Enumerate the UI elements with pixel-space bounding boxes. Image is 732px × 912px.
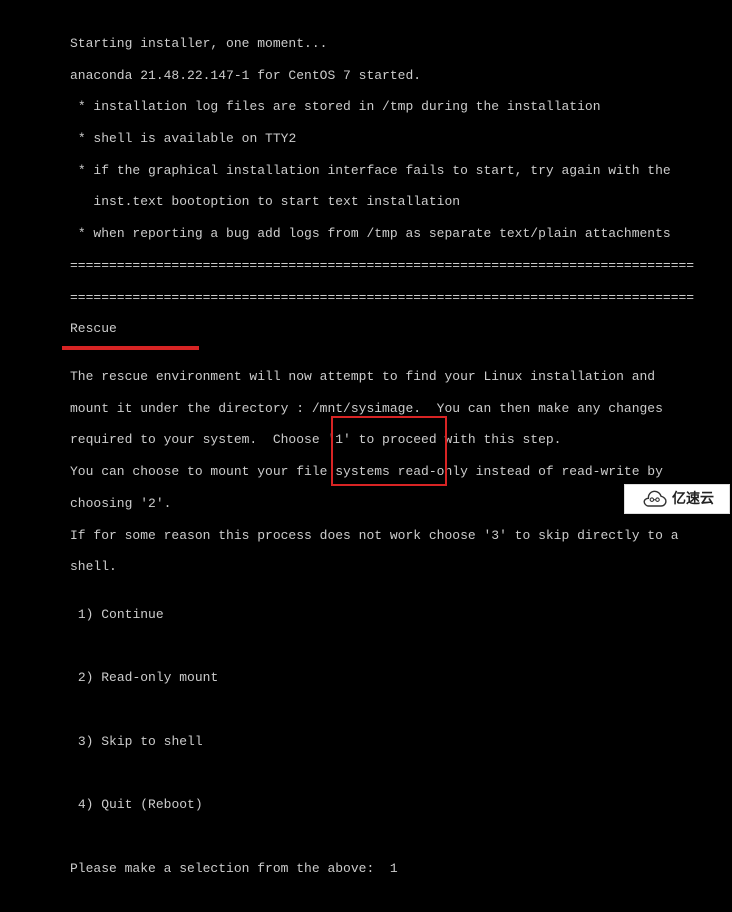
boot-line: * if the graphical installation interfac…	[70, 163, 722, 179]
boot-line: anaconda 21.48.22.147-1 for CentOS 7 sta…	[70, 68, 722, 84]
watermark: 亿速云	[624, 484, 730, 514]
watermark-text: 亿速云	[672, 490, 714, 507]
divider-line: ========================================…	[70, 258, 722, 274]
boot-line: * shell is available on TTY2	[70, 131, 722, 147]
highlight-underline	[62, 346, 199, 350]
rescue-body: The rescue environment will now attempt …	[70, 369, 722, 385]
menu-option-continue[interactable]: 1) Continue	[70, 607, 722, 623]
boot-line: Starting installer, one moment...	[70, 36, 722, 52]
selection-input[interactable]	[390, 861, 410, 876]
boot-line: * when reporting a bug add logs from /tm…	[70, 226, 722, 242]
cloud-logo-icon	[640, 490, 668, 508]
boot-line: * installation log files are stored in /…	[70, 99, 722, 115]
menu-option-skip[interactable]: 3) Skip to shell	[70, 734, 722, 750]
boot-line: inst.text bootoption to start text insta…	[70, 194, 722, 210]
menu-option-quit[interactable]: 4) Quit (Reboot)	[70, 797, 722, 813]
menu-option-readonly[interactable]: 2) Read-only mount	[70, 670, 722, 686]
selection-prompt-text: Please make a selection from the above:	[70, 861, 390, 876]
rescue-title: Rescue	[70, 321, 722, 337]
selection-prompt-line: Please make a selection from the above:	[70, 861, 722, 877]
rescue-body: mount it under the directory : /mnt/sysi…	[70, 401, 722, 417]
rescue-body: If for some reason this process does not…	[70, 528, 722, 544]
rescue-body: shell.	[70, 559, 722, 575]
divider-line: ========================================…	[70, 290, 722, 306]
highlight-box	[331, 416, 447, 486]
